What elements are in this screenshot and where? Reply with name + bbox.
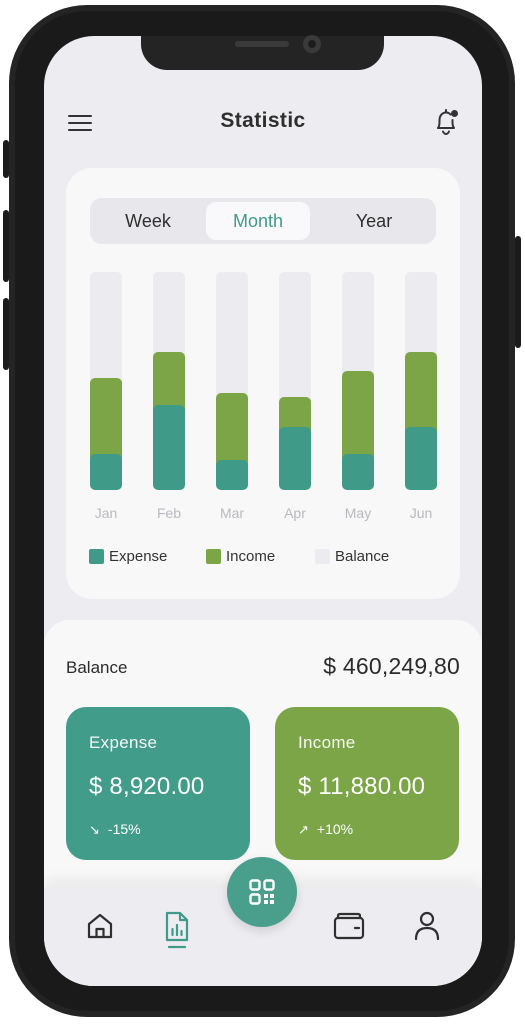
notch bbox=[141, 35, 384, 70]
header: Statistic bbox=[44, 104, 482, 140]
x-tick-label: Feb bbox=[156, 505, 182, 521]
income-amount: $ 11,880.00 bbox=[298, 773, 426, 800]
bar-track-may bbox=[342, 272, 374, 490]
income-card-label: Income bbox=[298, 733, 356, 752]
income-change-value: +10% bbox=[316, 821, 354, 837]
arrow-up-right-icon: ↗ bbox=[298, 822, 309, 837]
wallet-icon[interactable] bbox=[332, 911, 366, 941]
tab-week[interactable]: Week bbox=[96, 202, 200, 240]
x-tick-label: Jan bbox=[94, 505, 118, 521]
stats-document-icon[interactable] bbox=[162, 910, 192, 950]
bar-expense-jan[interactable] bbox=[90, 453, 122, 490]
bar-track-mar bbox=[216, 272, 248, 490]
app-screen: Statistic Week Month Year Jan Feb Mar Apr Ma… bbox=[44, 36, 482, 986]
expense-change-value: -15% bbox=[107, 821, 141, 837]
scan-button[interactable] bbox=[227, 857, 297, 927]
legend-label: Balance bbox=[335, 548, 390, 565]
speaker-grille bbox=[235, 41, 289, 47]
page-title: Statistic bbox=[220, 109, 306, 132]
user-icon[interactable] bbox=[413, 910, 441, 942]
x-tick-label: Jun bbox=[409, 505, 433, 521]
x-tick-label: May bbox=[344, 505, 372, 521]
bar-track-apr bbox=[279, 272, 311, 490]
bar-expense-apr[interactable] bbox=[279, 427, 311, 490]
legend-swatch-income bbox=[206, 549, 221, 564]
x-tick-label: Apr bbox=[284, 505, 306, 521]
qr-code-icon bbox=[249, 879, 275, 905]
legend-swatch-balance bbox=[315, 549, 330, 564]
front-camera bbox=[303, 35, 321, 53]
bar-expense-mar[interactable] bbox=[216, 459, 248, 490]
expense-card[interactable]: Expense $ 8,920.00 ↘ -15% bbox=[66, 707, 250, 860]
balance-value: $ 460,249,80 bbox=[323, 653, 460, 679]
power-button bbox=[515, 236, 521, 348]
legend-swatch-expense bbox=[89, 549, 104, 564]
bar-expense-may[interactable] bbox=[342, 453, 374, 490]
bar-expense-feb[interactable] bbox=[153, 404, 185, 490]
statistics-card: Week Month Year Jan Feb Mar Apr May Jun Expen… bbox=[66, 168, 460, 599]
home-icon[interactable] bbox=[85, 911, 115, 941]
legend-label: Expense bbox=[109, 548, 168, 565]
tab-month[interactable]: Month bbox=[206, 202, 310, 240]
x-tick-label: Mar bbox=[219, 505, 245, 521]
legend-label: Income bbox=[226, 548, 276, 565]
tab-year[interactable]: Year bbox=[322, 202, 426, 240]
expense-change: ↘ -15% bbox=[89, 821, 141, 838]
arrow-down-right-icon: ↘ bbox=[89, 822, 100, 837]
expense-card-label: Expense bbox=[89, 733, 158, 752]
bar-expense-jun[interactable] bbox=[405, 427, 437, 490]
balance-label: Balance bbox=[66, 658, 128, 677]
expense-amount: $ 8,920.00 bbox=[89, 773, 205, 800]
bar-track-jun bbox=[405, 272, 437, 490]
income-card[interactable]: Income $ 11,880.00 ↗ +10% bbox=[275, 707, 459, 860]
bar-track-jan bbox=[90, 272, 122, 490]
notification-bell-icon[interactable] bbox=[432, 106, 460, 138]
income-change: ↗ +10% bbox=[298, 821, 353, 838]
bar-track-feb bbox=[153, 272, 185, 490]
period-tabs: Week Month Year bbox=[90, 198, 436, 244]
